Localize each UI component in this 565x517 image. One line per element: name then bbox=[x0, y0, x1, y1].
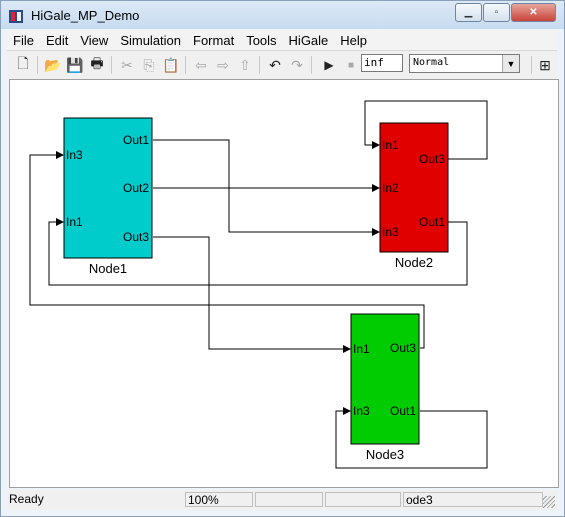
undo-icon[interactable]: ↶ bbox=[265, 55, 285, 75]
simulation-mode-select[interactable]: Normal ▼ bbox=[409, 54, 520, 73]
status-block: ode3 bbox=[403, 492, 543, 507]
run-icon[interactable]: ▶ bbox=[319, 55, 339, 75]
close-button[interactable]: ✕ bbox=[511, 3, 556, 22]
port-label: Out1 bbox=[123, 133, 149, 147]
status-state: Ready bbox=[9, 492, 44, 506]
simulation-mode-value: Normal bbox=[413, 57, 450, 68]
port-label: Out3 bbox=[390, 341, 416, 355]
block-diagram: In3 In1 Out1 Out2 Out3 Node1 In1 In2 In3… bbox=[29, 100, 488, 469]
up-icon[interactable]: ⇧ bbox=[235, 55, 255, 75]
port-label: Out3 bbox=[123, 230, 149, 244]
menu-help[interactable]: Help bbox=[334, 33, 373, 48]
menu-view[interactable]: View bbox=[74, 33, 114, 48]
window-title: HiGale_MP_Demo bbox=[31, 8, 140, 23]
port-label: Out2 bbox=[123, 181, 149, 195]
port-label: In1 bbox=[353, 342, 370, 356]
port-label: Out1 bbox=[419, 215, 445, 229]
menu-simulation[interactable]: Simulation bbox=[114, 33, 187, 48]
port-label: Out1 bbox=[390, 404, 416, 418]
port-label: In1 bbox=[66, 215, 83, 229]
block-name-node1: Node1 bbox=[89, 261, 127, 276]
model-canvas[interactable]: In3 In1 Out1 Out2 Out3 Node1 In1 In2 In3… bbox=[9, 79, 559, 488]
menu-higale[interactable]: HiGale bbox=[283, 33, 335, 48]
block-node3[interactable]: In1 In3 Out3 Out1 Node3 bbox=[350, 313, 420, 462]
redo-icon[interactable]: ↷ bbox=[287, 55, 307, 75]
minimize-button[interactable]: ▁ bbox=[455, 3, 482, 22]
block-name-node3: Node3 bbox=[366, 447, 404, 462]
back-icon[interactable]: ⇦ bbox=[191, 55, 211, 75]
stop-icon[interactable]: ■ bbox=[341, 55, 361, 75]
model-icon bbox=[9, 10, 23, 23]
stop-time-input[interactable]: inf bbox=[361, 54, 403, 72]
menu-edit[interactable]: Edit bbox=[40, 33, 74, 48]
status-bar: Ready 100% ode3 bbox=[7, 490, 557, 510]
line-node1-out3-node3-in1 bbox=[153, 236, 351, 353]
new-icon[interactable]: 🗋 bbox=[13, 55, 33, 75]
paste-icon[interactable]: 📋 bbox=[161, 55, 181, 75]
open-icon[interactable]: 📂 bbox=[43, 55, 63, 75]
title-bar[interactable]: HiGale_MP_Demo ▁ ▫ ✕ bbox=[1, 1, 564, 29]
port-label: In3 bbox=[353, 404, 370, 418]
menu-bar: File Edit View Simulation Format Tools H… bbox=[7, 30, 557, 50]
block-name-node2: Node2 bbox=[395, 255, 433, 270]
menu-file[interactable]: File bbox=[7, 33, 40, 48]
port-label: Out3 bbox=[419, 152, 445, 166]
port-label: In1 bbox=[382, 138, 399, 152]
line-node1-out1-node2-in3 bbox=[153, 139, 380, 236]
resize-grip-icon[interactable] bbox=[543, 496, 555, 508]
block-node2[interactable]: In1 In2 In3 Out3 Out1 Node2 bbox=[379, 122, 449, 270]
print-icon[interactable]: 🖶 bbox=[87, 55, 107, 75]
port-label: In2 bbox=[382, 181, 399, 195]
status-zoom: 100% bbox=[185, 492, 253, 507]
copy-icon[interactable]: ⎘ bbox=[139, 55, 159, 75]
status-field bbox=[255, 492, 323, 507]
maximize-button[interactable]: ▫ bbox=[483, 3, 510, 22]
status-field bbox=[325, 492, 401, 507]
menu-format[interactable]: Format bbox=[187, 33, 240, 48]
chevron-down-icon[interactable]: ▼ bbox=[502, 55, 519, 72]
menu-tools[interactable]: Tools bbox=[240, 33, 282, 48]
port-label: In3 bbox=[382, 225, 399, 239]
port-label: In3 bbox=[66, 148, 83, 162]
app-window: HiGale_MP_Demo ▁ ▫ ✕ File Edit View Simu… bbox=[0, 0, 565, 517]
save-icon[interactable]: 💾 bbox=[65, 55, 85, 75]
forward-icon[interactable]: ⇨ bbox=[213, 55, 233, 75]
cut-icon[interactable]: ✂ bbox=[117, 55, 137, 75]
block-node1[interactable]: In3 In1 Out1 Out2 Out3 Node1 bbox=[63, 117, 153, 276]
library-icon[interactable]: ⊞ bbox=[535, 55, 555, 75]
